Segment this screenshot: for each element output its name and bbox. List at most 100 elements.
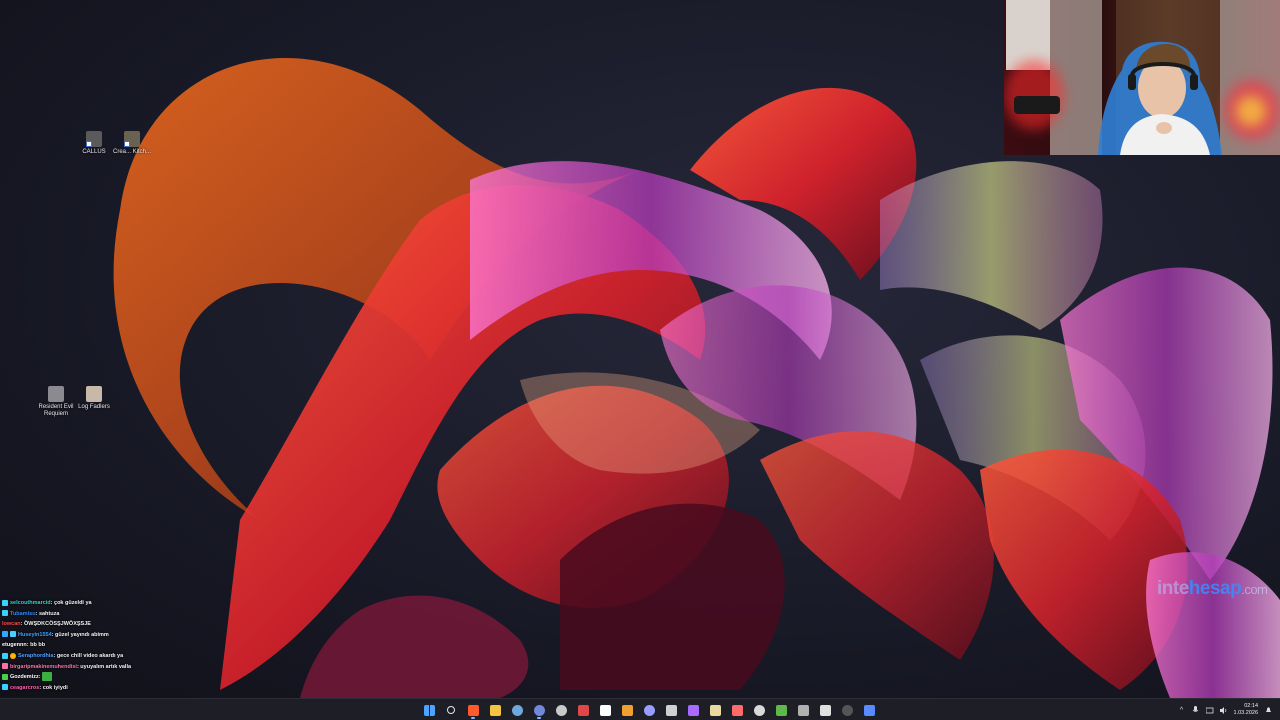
app-stack-icon-glyph [797, 704, 809, 716]
callus-icon [86, 131, 102, 147]
file-explorer-icon[interactable] [486, 701, 504, 719]
chat-badge-icon [2, 684, 8, 691]
network-icon[interactable] [1205, 706, 1214, 714]
brave-icon[interactable] [464, 701, 482, 719]
watermark-part-3: .com [1241, 582, 1268, 597]
watermark-part-2: hesap [1188, 578, 1242, 599]
microphone-icon[interactable] [1192, 706, 1200, 714]
file-explorer-icon-glyph [489, 704, 501, 716]
chat-badge-icon [2, 599, 8, 606]
obs-icon[interactable] [552, 701, 570, 719]
app-feather-icon-glyph [709, 704, 721, 716]
chat-message: birgaripmakinemuhendisi: uyuyalım artık … [2, 662, 242, 673]
chat-text: : ÖWŞDKCÖSŞJWÖXŞSJE [20, 621, 91, 628]
start-icon-glyph [423, 704, 435, 716]
chat-username: lowcan [2, 621, 21, 628]
chatgpt-icon[interactable] [750, 701, 768, 719]
start-icon[interactable] [420, 701, 438, 719]
webcam-overlay [1004, 0, 1280, 155]
desktop-shortcut-log-fadlers[interactable]: Log Fadlers [72, 386, 116, 411]
app-dark-circle-icon-glyph [841, 704, 853, 716]
desktop-shortcut-crea-kitch[interactable]: Crea... Kitch... [110, 131, 154, 156]
taskbar-clock[interactable]: 02:14 1.03.2026 [1234, 703, 1258, 717]
system-tray: ^ 02:14 1.03.2026 [1178, 699, 1280, 720]
app-calendar-icon-glyph [731, 704, 743, 716]
minecraft-icon[interactable] [772, 701, 790, 719]
discord-icon[interactable] [530, 701, 548, 719]
epic-games-icon[interactable] [596, 701, 614, 719]
chat-message: lowcan: ÖWŞDKCÖSŞJWÖXŞSJE [2, 619, 242, 630]
chat-message: Tubamisu: sahtuza [2, 609, 242, 620]
taskbar-pinned-apps [420, 699, 878, 720]
app-ghost-icon-glyph [819, 704, 831, 716]
chat-badge-icon [2, 673, 8, 680]
chat-username: Huseyin1554 [18, 631, 52, 638]
chat-username: Gozdemizz [10, 674, 39, 681]
chat-text: : bb bb [26, 642, 46, 649]
chat-text: : sahtuza [35, 610, 60, 617]
steam-icon[interactable] [508, 701, 526, 719]
app-blue-gear-icon[interactable] [860, 701, 878, 719]
watermark-part-1: inte [1157, 578, 1189, 599]
epic-games-icon-glyph [599, 704, 611, 716]
app-clock-icon[interactable] [662, 701, 680, 719]
app-red-icon[interactable] [574, 701, 592, 719]
obs-icon-glyph [555, 704, 567, 716]
steam-icon-glyph [511, 704, 523, 716]
brave-icon-glyph [467, 704, 479, 716]
chat-message: ceagarcros: cok iyiydi [2, 683, 242, 694]
volume-icon[interactable] [1219, 706, 1228, 714]
search-icon-glyph [447, 706, 455, 714]
chat-message: etugennn: bb bb [2, 640, 242, 651]
chat-badge-icon [2, 610, 8, 617]
watermark: intehesap.com [1157, 578, 1268, 600]
chat-text: : uyuyalım artık valla [76, 663, 132, 670]
chat-badge-icon [10, 652, 16, 659]
desktop-shortcut-label: Crea... Kitch... [112, 149, 151, 155]
game-icon [124, 131, 140, 147]
chat-text: : gece chill video akardı ya [53, 652, 124, 659]
emote-icon [42, 672, 53, 682]
chat-badge-icon [10, 631, 16, 638]
chatgpt-icon-glyph [753, 704, 765, 716]
app-purple-icon[interactable] [684, 701, 702, 719]
app-clock-icon-glyph [665, 704, 677, 716]
app-blue-gear-icon-glyph [863, 704, 875, 716]
chat-message: selcouthmarcid: çok güzeldi ya [2, 598, 242, 609]
clock-date: 1.03.2026 [1233, 710, 1258, 716]
chat-text: : çok güzeldi ya [50, 600, 92, 606]
app-red-icon-glyph [577, 704, 589, 716]
chat-message: Seraphordhia: gece chill video akardı ya [2, 651, 242, 662]
app-circle-icon[interactable] [640, 701, 658, 719]
chat-username: Seraphordhia [18, 652, 54, 659]
affinity-icon[interactable] [618, 701, 636, 719]
tray-overflow-chevron-icon[interactable]: ^ [1178, 706, 1186, 714]
chat-text: : cok iyiydi [39, 684, 68, 691]
app-stack-icon[interactable] [794, 701, 812, 719]
chat-message: Huseyin1554: güzel yayındı abimm [2, 630, 242, 641]
chat-badge-icon [2, 652, 8, 659]
app-dark-circle-icon[interactable] [838, 701, 856, 719]
chat-message: Gozdemizz: [2, 672, 242, 683]
chat-username: etugennn [2, 642, 27, 649]
affinity-icon-glyph [621, 704, 633, 716]
app-purple-icon-glyph [687, 704, 699, 716]
app-circle-icon-glyph [643, 704, 655, 716]
app-calendar-icon[interactable] [728, 701, 746, 719]
log-fadlers-icon [86, 386, 102, 402]
minecraft-icon-glyph [775, 704, 787, 716]
notification-bell-icon[interactable] [1264, 706, 1272, 714]
chat-text: : güzel yayındı abimm [51, 631, 109, 638]
chat-badge-icon [2, 631, 8, 638]
chat-badge-icon [2, 663, 8, 670]
chat-username: ceagarcros [10, 684, 40, 691]
desktop-shortcut-label: Log Fadlers [78, 404, 110, 410]
discord-icon-glyph [533, 704, 545, 716]
app-feather-icon[interactable] [706, 701, 724, 719]
clock-time: 02:14 [1244, 703, 1258, 709]
search-icon[interactable] [442, 701, 460, 719]
chat-text: : [38, 674, 41, 681]
chat-username: selcouthmarcid [10, 600, 51, 606]
chat-overlay: selcouthmarcid: çok güzeldi ya Tubamisu:… [2, 598, 242, 693]
app-ghost-icon[interactable] [816, 701, 834, 719]
